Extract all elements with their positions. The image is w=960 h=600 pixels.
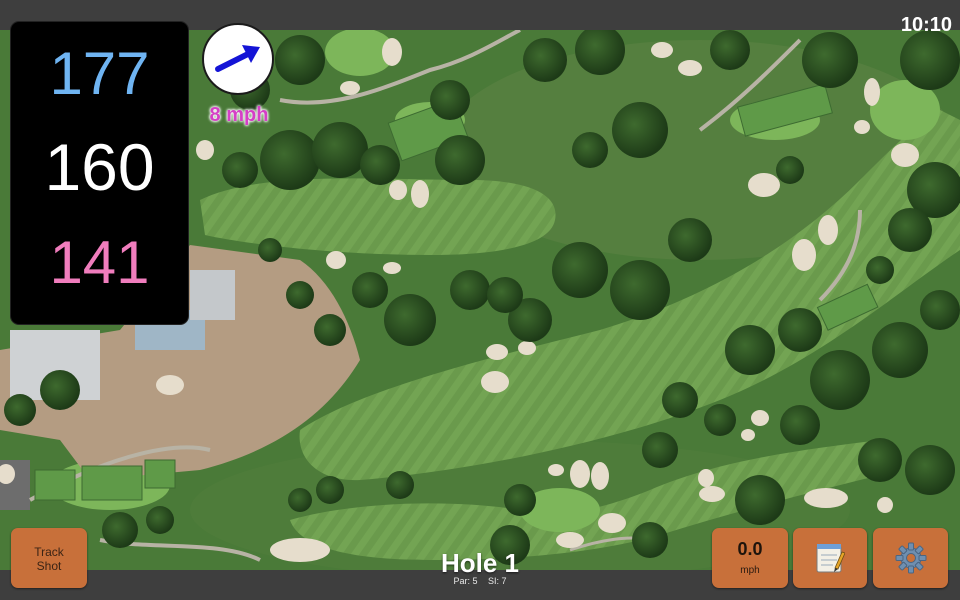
hole-title: Hole 1 [440, 548, 520, 578]
track-shot-label-line2: Shot [36, 559, 62, 573]
wind-indicator [202, 23, 274, 95]
gear-icon [895, 542, 926, 574]
speed-unit: mph [740, 565, 760, 576]
notepad-icon [816, 544, 845, 573]
front-distance: 177 [49, 40, 150, 107]
back-distance: 141 [49, 229, 150, 296]
settings-button[interactable] [873, 528, 948, 588]
wind-speed: 8 mph [209, 104, 269, 126]
track-shot-label: Track Shot [11, 545, 87, 573]
clock-time: 10:10 [900, 14, 952, 36]
speed-button[interactable]: 0.0 mph [712, 528, 788, 588]
center-distance: 160 [44, 130, 155, 204]
track-shot-button[interactable]: Track Shot [11, 528, 87, 588]
scorecard-button[interactable] [793, 528, 867, 588]
stroke-index-label: SI: 7 [488, 576, 507, 586]
speed-value: 0.0 [737, 539, 763, 559]
par-label: Par: 5 [453, 576, 478, 586]
wind-direction-arrow-icon [215, 45, 260, 72]
distance-panel: 177 160 141 [11, 22, 188, 324]
track-shot-label-line1: Track [34, 545, 64, 559]
hole-info: Par: 5 SI: 7 [380, 576, 580, 586]
